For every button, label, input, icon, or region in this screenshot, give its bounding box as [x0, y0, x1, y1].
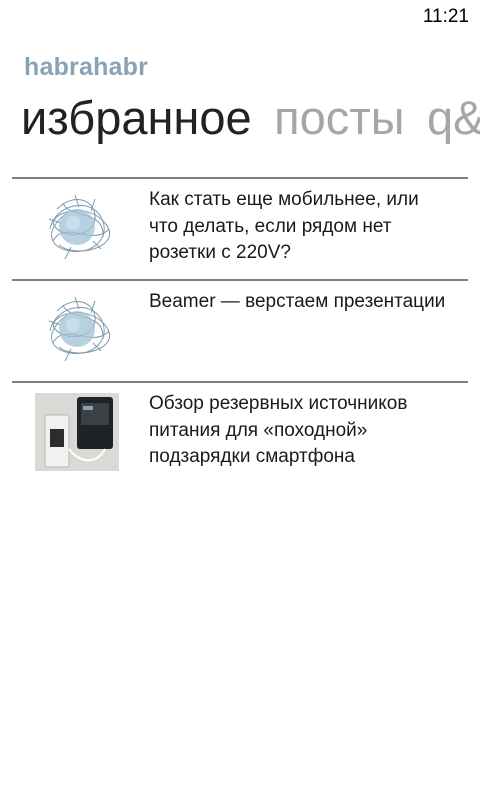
post-title: Обзор резервных источников питания для «… [149, 393, 408, 467]
post-title: Как стать еще мобильнее, или что делать,… [149, 189, 419, 263]
clock: 11:21 [422, 6, 469, 27]
post-list: Как стать еще мобильнее, или что делать,… [12, 177, 468, 483]
pivot-tab-qa[interactable]: q&a [427, 86, 480, 150]
habr-logo-thumbnail [35, 291, 119, 369]
post-list-item[interactable]: Обзор резервных источников питания для «… [12, 381, 468, 483]
status-bar: 11:21 [0, 0, 480, 32]
pivot-tab-posts[interactable]: посты [274, 86, 404, 150]
pivot-tab-favorites[interactable]: избранное [21, 86, 252, 150]
habr-logo-thumbnail [35, 189, 119, 267]
post-list-item[interactable]: Как стать еще мобильнее, или что делать,… [12, 177, 468, 279]
power-bank-photo-thumbnail [35, 393, 119, 471]
post-title: Beamer — верстаем презентации [149, 291, 446, 312]
post-list-item[interactable]: Beamer — верстаем презентации [12, 279, 468, 381]
app-title: habrahabr [24, 53, 149, 81]
pivot-header: избранное посты q&a [21, 86, 480, 150]
